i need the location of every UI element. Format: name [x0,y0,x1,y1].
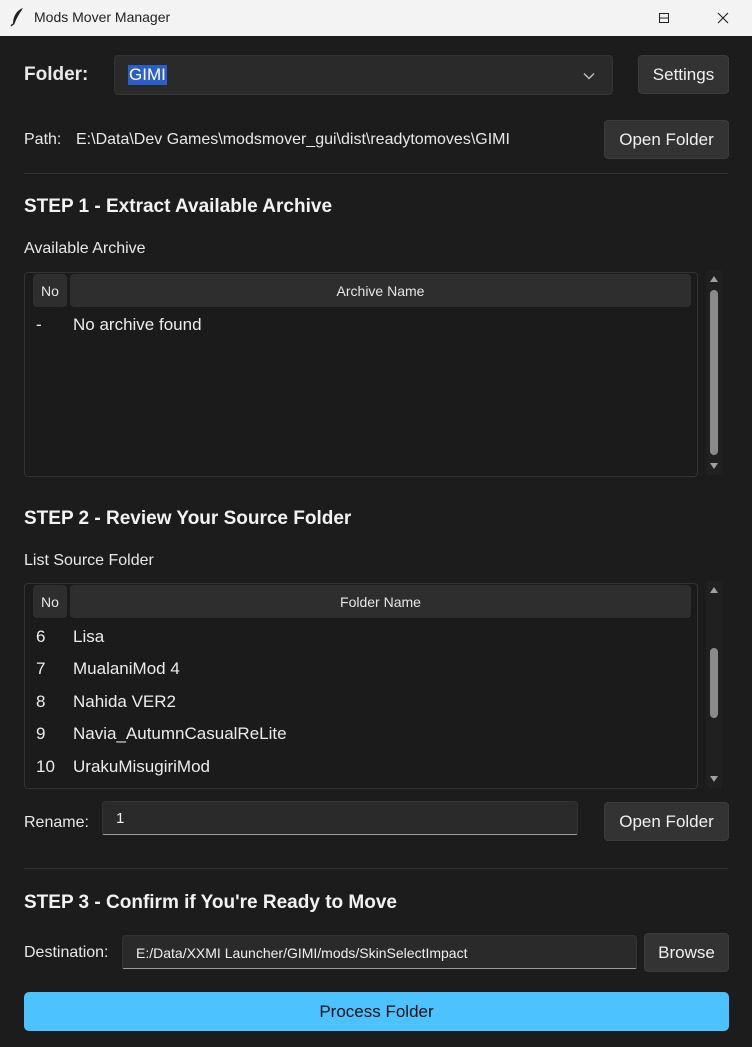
table-row[interactable]: 10 UrakuMisugiriMod [25,751,697,783]
window-title: Mods Mover Manager [34,9,171,25]
scroll-down-icon[interactable] [709,461,719,471]
row-number: 10 [36,757,55,776]
row-number: 7 [36,659,46,678]
row-name: Navia_AutumnCasualReLite [73,724,287,743]
title-bar: Mods Mover Manager [0,0,752,36]
row-name: No archive found [73,315,202,334]
process-folder-button[interactable]: Process Folder [24,992,729,1031]
row-number: - [36,315,42,334]
table-row[interactable]: 7 MualaniMod 4 [25,653,697,685]
scroll-up-icon[interactable] [709,585,719,595]
feather-icon [10,8,23,27]
scroll-down-icon[interactable] [709,774,719,784]
folder-dropdown[interactable]: GIMI [114,55,613,95]
rename-input[interactable]: 1 [102,801,578,835]
available-archive-label: Available Archive [24,240,146,257]
browse-button[interactable]: Browse [644,933,729,972]
row-name: UrakuMisugiriMod [73,757,210,776]
path-open-folder-button[interactable]: Open Folder [604,120,729,159]
row-name: Nahida VER2 [73,692,177,711]
column-header-no[interactable]: No [33,585,67,618]
archive-scrollbar[interactable] [706,270,722,475]
source-open-folder-button[interactable]: Open Folder [604,802,729,841]
row-number: 9 [36,724,46,743]
scroll-thumb[interactable] [710,290,718,455]
close-icon [717,12,729,24]
table-row[interactable]: 6 Lisa [25,621,697,653]
row-name: MualaniMod 4 [73,659,180,678]
row-name: Lisa [73,627,105,646]
column-header-folder-name[interactable]: Folder Name [70,585,691,618]
path-value: E:\Data\Dev Games\modsmover_gui\dist\rea… [76,131,510,148]
column-header-no[interactable]: No [33,274,67,307]
destination-label: Destination: [24,944,109,961]
table-row[interactable]: 8 Nahida VER2 [25,686,697,718]
step1-title: STEP 1 - Extract Available Archive [24,196,333,217]
source-folder-scrollbar[interactable] [706,581,722,788]
settings-button[interactable]: Settings [638,55,729,94]
step2-title: STEP 2 - Review Your Source Folder [24,508,352,529]
destination-input-value: E:/Data/XXMI Launcher/GIMI/mods/SkinSele… [136,945,468,961]
path-label: Path: [24,131,62,148]
list-source-folder-label: List Source Folder [24,552,154,569]
table-row[interactable]: 9 Navia_AutumnCasualReLite [25,718,697,750]
maximize-icon [659,13,669,23]
close-button[interactable] [700,0,746,36]
rename-input-value: 1 [116,810,125,827]
chevron-down-icon [583,73,595,80]
rename-label: Rename: [24,814,89,831]
scroll-thumb[interactable] [710,648,718,718]
folder-label: Folder: [24,64,89,85]
folder-selected-value: GIMI [128,65,167,85]
divider [24,173,728,174]
step3-title: STEP 3 - Confirm if You're Ready to Move [24,892,397,913]
maximize-button[interactable] [641,0,687,36]
archive-table: No Archive Name - No archive found [24,272,698,477]
column-header-archive-name[interactable]: Archive Name [70,274,691,307]
main-panel: Folder: GIMI Settings Path: E:\Data\Dev … [0,36,752,1047]
row-number: 8 [36,692,46,711]
divider [24,868,728,869]
row-number: 6 [36,627,46,646]
destination-input[interactable]: E:/Data/XXMI Launcher/GIMI/mods/SkinSele… [122,935,637,969]
source-folder-table: No Folder Name 6 Lisa 7 MualaniMod 4 8 N… [24,583,698,789]
table-row[interactable]: - No archive found [25,309,697,341]
scroll-up-icon[interactable] [709,274,719,284]
